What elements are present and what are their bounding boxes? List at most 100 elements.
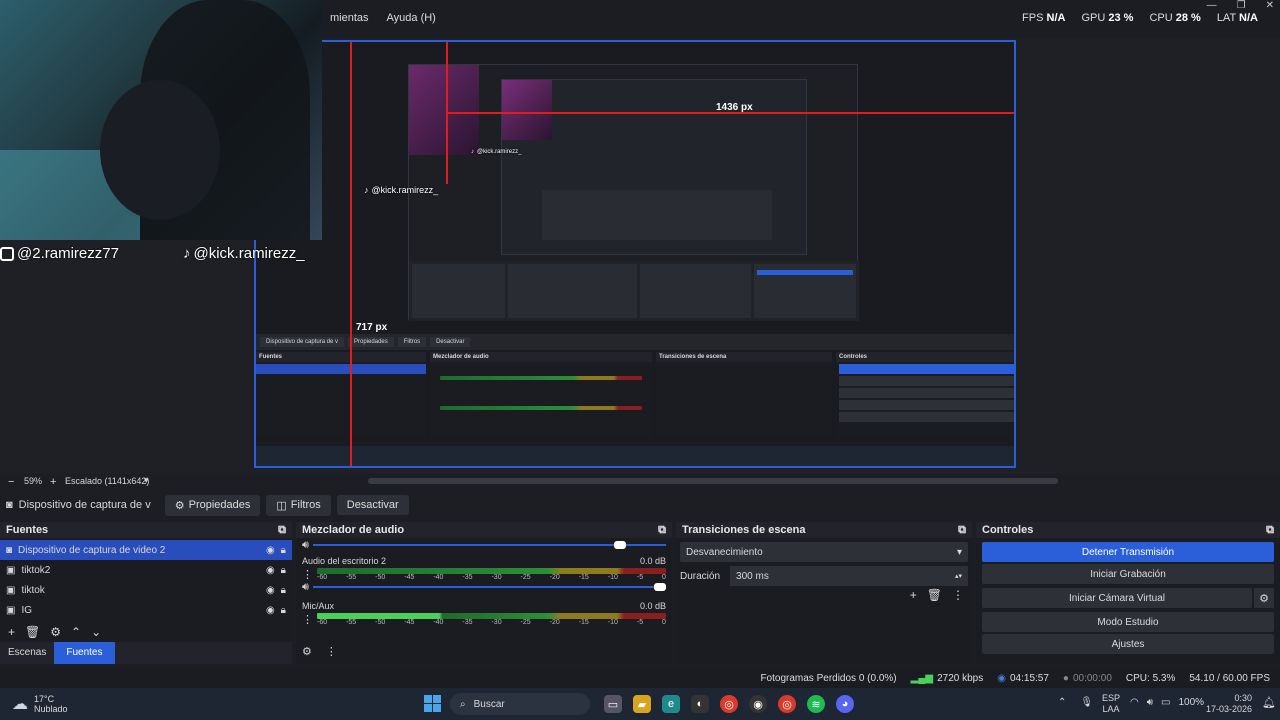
windows-start-icon[interactable]	[424, 695, 441, 712]
volume-slider[interactable]	[312, 541, 666, 549]
spin-arrows-icon[interactable]: ▴▾	[955, 572, 962, 580]
studio-mode-button[interactable]: Modo Estudio	[982, 612, 1274, 632]
wifi-icon: ◠	[1130, 697, 1139, 708]
restore-icon[interactable]: ❐	[1237, 0, 1246, 11]
lock-icon[interactable]: 🔒︎	[281, 545, 286, 556]
battery-icon: ▭	[1161, 697, 1171, 708]
tiktok-icon: ♪	[471, 149, 474, 155]
properties-button[interactable]: ⚙ Propiedades	[164, 494, 261, 516]
obs-icon[interactable]: ◉	[749, 695, 767, 713]
filters-button[interactable]: ◫ Filtros	[266, 494, 331, 516]
chevron-up-icon[interactable]: ⌃	[1058, 697, 1066, 708]
notification-bell-icon[interactable]: 🔔︎	[1262, 696, 1276, 709]
add-source-icon[interactable]: +	[8, 625, 15, 639]
inner-docks: Fuentes Mezclador de audio Transiciones …	[256, 352, 1014, 438]
dock-undock-icon[interactable]: ⧉	[278, 524, 286, 537]
tab-sources[interactable]: Fuentes	[54, 642, 115, 664]
channel-db: 0.0 dB	[639, 556, 666, 566]
mixer-menu-icon[interactable]: ⋮	[326, 645, 337, 658]
discord-icon[interactable]: ◕	[836, 695, 854, 713]
horizontal-scrollbar[interactable]	[368, 478, 1058, 484]
remove-source-icon[interactable]: 🗑︎	[25, 625, 40, 639]
scale-select[interactable]: Escalado (1141x642)	[65, 476, 149, 486]
volume-slider[interactable]	[312, 583, 666, 591]
source-item[interactable]: ▣ tiktok ◉ 🔒︎	[0, 580, 292, 600]
cpu-usage: CPU: 5.3%	[1125, 672, 1176, 684]
minimize-icon[interactable]: —	[1207, 0, 1217, 11]
lock-icon[interactable]: 🔒︎	[281, 565, 286, 576]
start-virtual-camera-button[interactable]: Iniciar Cámara Virtual	[982, 588, 1252, 608]
menu-item-tools[interactable]: mientas	[330, 12, 369, 24]
source-item[interactable]: ▣ tiktok2 ◉ 🔒︎	[0, 560, 292, 580]
stop-streaming-button[interactable]: Detener Transmisión	[982, 542, 1274, 562]
close-icon[interactable]: ✕	[1266, 0, 1274, 11]
zoom-out-button[interactable]: −	[8, 476, 14, 488]
app-icon[interactable]: ◐	[691, 695, 709, 713]
channel-name: Mic/Aux	[302, 601, 335, 611]
source-item[interactable]: ▣ IG ◉ 🔒︎	[0, 600, 292, 620]
settings-button[interactable]: Ajustes	[982, 634, 1274, 654]
nested-capture-2	[501, 79, 807, 255]
dock-tabs: Escenas Fuentes	[0, 642, 292, 664]
visibility-eye-icon[interactable]: ◉	[266, 565, 275, 576]
fps-stat: FPS N/A	[1022, 12, 1066, 24]
duration-spinbox[interactable]: 300 ms ▴▾	[730, 566, 968, 586]
transition-menu-icon[interactable]: ⋮	[952, 588, 964, 602]
cloud-icon: ☁	[12, 696, 28, 713]
speaker-icon[interactable]: 🔊︎	[302, 581, 309, 594]
tray-icons[interactable]: ◠ 🔊︎ ▭ 100%	[1130, 697, 1204, 708]
lock-icon[interactable]: 🔒︎	[281, 585, 286, 596]
chrome-icon[interactable]: ◎	[778, 695, 796, 713]
clock[interactable]: 0:30 17-03-2026	[1202, 693, 1252, 715]
start-recording-button[interactable]: Iniciar Grabación	[982, 564, 1274, 584]
windows-taskbar: ☁ 17°C Nublado ⌕ Buscar ▭ ▰ e ◐ ◎ ◉ ◎ ≋ ◕…	[0, 688, 1280, 720]
chevron-down-icon[interactable]: ▾	[144, 475, 149, 486]
dock-undock-icon[interactable]: ⧉	[658, 524, 666, 537]
transition-select[interactable]: Desvanecimiento ▾	[680, 542, 968, 562]
signal-bars-icon: ▂▄▆	[910, 672, 934, 684]
source-item[interactable]: ◙ Dispositivo de captura de video 2 ◉ 🔒︎	[0, 540, 292, 560]
virtual-camera-settings-icon[interactable]: ⚙	[1254, 588, 1274, 608]
channel-menu-icon[interactable]: ⋮	[302, 568, 313, 581]
zoom-level: 59%	[24, 476, 43, 486]
capture-preview-frame[interactable]: 1436 px 717 px ♪ @kick.ramirezz_ ♪ @kick.r…	[254, 40, 1016, 468]
lock-icon[interactable]: 🔒︎	[281, 605, 286, 616]
language-indicator[interactable]: ESP LAA	[1102, 693, 1120, 715]
move-down-icon[interactable]: ⌄	[91, 625, 101, 639]
volume-slider-row: 🔊︎	[302, 539, 666, 552]
deactivate-button[interactable]: Desactivar	[336, 495, 409, 515]
taskbar-apps: ▭ ▰ e ◐ ◎ ◉ ◎ ≋ ◕	[604, 695, 854, 713]
menu-item-help[interactable]: Ayuda (H)	[387, 12, 436, 24]
add-transition-icon[interactable]: +	[910, 588, 917, 602]
visibility-eye-icon[interactable]: ◉	[266, 585, 275, 596]
spotify-icon[interactable]: ≋	[807, 695, 825, 713]
capture-device-icon: ◙	[6, 544, 13, 556]
task-view-icon[interactable]: ▭	[604, 695, 622, 713]
dock-undock-icon[interactable]: ⧉	[1266, 524, 1274, 537]
visibility-eye-icon[interactable]: ◉	[266, 545, 275, 556]
dock-undock-icon[interactable]: ⧉	[958, 524, 966, 537]
chrome-icon[interactable]: ◎	[720, 695, 738, 713]
remove-transition-icon[interactable]: 🗑︎	[927, 588, 942, 602]
zoom-in-button[interactable]: +	[50, 476, 56, 488]
tab-scenes[interactable]: Escenas	[0, 642, 54, 664]
file-explorer-icon[interactable]: ▰	[633, 695, 651, 713]
source-settings-icon[interactable]: ⚙	[50, 625, 61, 639]
transitions-title: Transiciones de escena	[682, 524, 806, 536]
visibility-eye-icon[interactable]: ◉	[266, 605, 275, 616]
menu-bar: mientas Ayuda (H)	[330, 12, 436, 24]
channel-menu-icon[interactable]: ⋮	[302, 613, 313, 626]
image-icon: ▣	[6, 564, 16, 576]
mixer-actions: ⚙ ⋮	[302, 645, 337, 658]
speaker-icon[interactable]: 🔊︎	[302, 539, 309, 552]
microphone-icon[interactable]: 🎙︎	[1080, 697, 1093, 708]
taskbar-search[interactable]: ⌕ Buscar	[450, 693, 590, 715]
nested-webcam-1	[409, 65, 479, 155]
edge-icon[interactable]: e	[662, 695, 680, 713]
controls-dock: Controles ⧉ Detener Transmisión Iniciar G…	[976, 522, 1280, 664]
measure-line-horizontal	[446, 112, 1014, 114]
battery-level: 100%	[1178, 697, 1205, 708]
advanced-audio-icon[interactable]: ⚙	[302, 645, 312, 658]
weather-widget[interactable]: ☁ 17°C Nublado	[12, 694, 68, 714]
move-up-icon[interactable]: ⌃	[71, 625, 81, 639]
